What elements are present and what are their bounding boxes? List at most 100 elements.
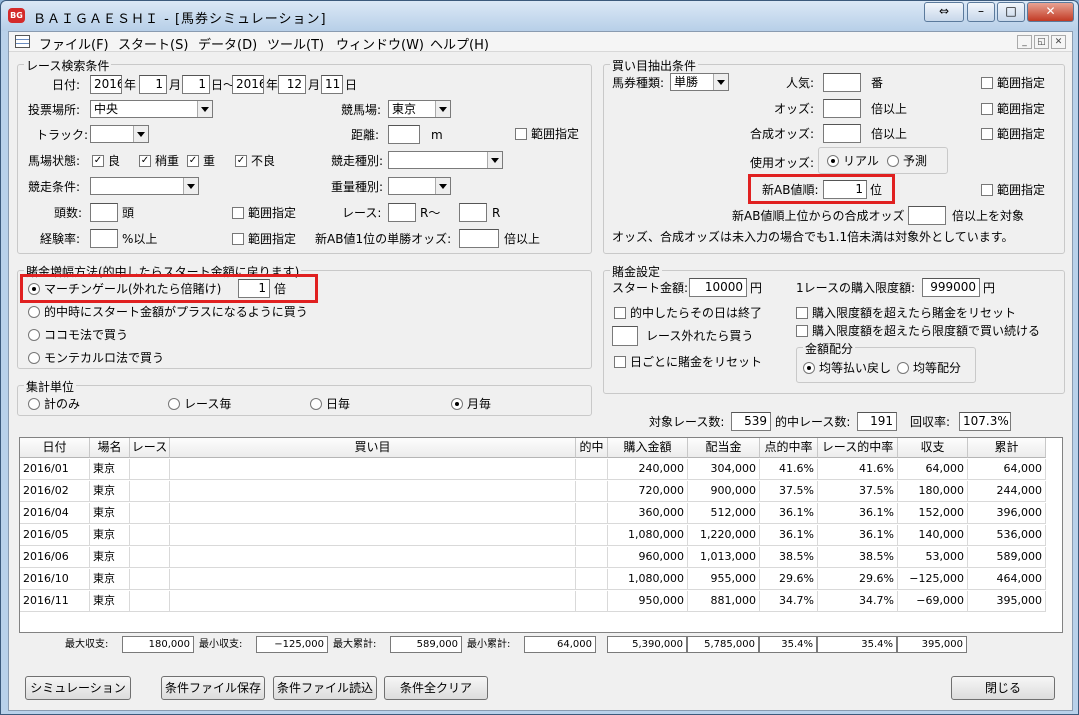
close-window-button[interactable]: ✕ (1027, 2, 1074, 22)
menu-data[interactable]: データ(D) (198, 34, 257, 53)
cell-payout[interactable]: 1,013,000 (688, 547, 760, 568)
cell-cumulative[interactable]: 536,000 (968, 525, 1046, 546)
cell-bet[interactable] (170, 591, 576, 612)
unit-month-radio[interactable] (451, 398, 463, 410)
continue-limit-checkbox[interactable] (796, 325, 808, 337)
cell-race[interactable] (130, 547, 170, 568)
cell-cumulative[interactable]: 244,000 (968, 481, 1046, 502)
col-payout[interactable]: 配当金 (688, 438, 760, 458)
unit-race-radio[interactable] (168, 398, 180, 410)
race-to-input[interactable] (459, 203, 487, 222)
cell-cumulative[interactable]: 395,000 (968, 591, 1046, 612)
cell-race-hit[interactable]: 36.1% (818, 503, 898, 524)
unit-day-radio[interactable] (310, 398, 322, 410)
cell-venue[interactable]: 東京 (90, 481, 130, 502)
restore-window-button[interactable]: ⇔ (924, 2, 964, 22)
menu-window[interactable]: ウィンドウ(W) (336, 34, 424, 53)
day-to-input[interactable]: 11 (321, 75, 343, 94)
col-cumulative[interactable]: 累計 (968, 438, 1046, 458)
year-to-input[interactable]: 2016 (232, 75, 264, 94)
race-miss-input[interactable] (612, 326, 638, 346)
cell-bet[interactable] (170, 459, 576, 480)
exp-range-checkbox[interactable] (232, 233, 244, 245)
title-bar[interactable]: BG ＢＡＩＧＡＥＳＨＩ - [馬券シミュレーション] ⇔ – □ ✕ (1, 1, 1078, 31)
cell-purchase[interactable]: 240,000 (608, 459, 688, 480)
menu-file[interactable]: ファイル(F) (39, 34, 109, 53)
popularity-range-checkbox[interactable] (981, 77, 993, 89)
cell-balance[interactable]: 152,000 (898, 503, 968, 524)
composite-range-checkbox[interactable] (981, 128, 993, 140)
cell-date[interactable]: 2016/05 (20, 525, 90, 546)
cell-bet[interactable] (170, 503, 576, 524)
cell-point-hit[interactable]: 38.5% (760, 547, 818, 568)
cell-date[interactable]: 2016/11 (20, 591, 90, 612)
cell-race-hit[interactable]: 34.7% (818, 591, 898, 612)
cell-purchase[interactable]: 960,000 (608, 547, 688, 568)
cell-race-hit[interactable]: 29.6% (818, 569, 898, 590)
close-button[interactable]: 閉じる (951, 676, 1055, 700)
cell-venue[interactable]: 東京 (90, 459, 130, 480)
race-condition-select[interactable] (90, 177, 199, 195)
cell-race[interactable] (130, 569, 170, 590)
cell-cumulative[interactable]: 64,000 (968, 459, 1046, 480)
odds-input[interactable] (823, 99, 861, 118)
cell-hit[interactable] (576, 459, 608, 480)
race-type-select[interactable] (388, 151, 503, 169)
simulate-button[interactable]: シミュレーション (25, 676, 131, 700)
mdi-restore-button[interactable]: ◱ (1034, 35, 1049, 49)
cocomo-radio[interactable] (28, 329, 40, 341)
cell-race-hit[interactable]: 37.5% (818, 481, 898, 502)
venue-select[interactable]: 中央 (90, 100, 213, 118)
cell-payout[interactable]: 1,220,000 (688, 525, 760, 546)
cell-venue[interactable]: 東京 (90, 547, 130, 568)
cell-race[interactable] (130, 481, 170, 502)
cell-balance[interactable]: 53,000 (898, 547, 968, 568)
col-point-hit[interactable]: 点的中率 (760, 438, 818, 458)
limit-input[interactable]: 999000 (922, 278, 980, 297)
cond-heavy-checkbox[interactable]: ✓ (187, 155, 199, 167)
month-to-input[interactable]: 12 (278, 75, 306, 94)
maximize-button[interactable]: □ (997, 2, 1025, 22)
menu-start[interactable]: スタート(S) (118, 34, 188, 53)
cell-point-hit[interactable]: 37.5% (760, 481, 818, 502)
unit-total-radio[interactable] (28, 398, 40, 410)
col-race-hit[interactable]: レース的中率 (818, 438, 898, 458)
heads-input[interactable] (90, 203, 118, 222)
cell-payout[interactable]: 512,000 (688, 503, 760, 524)
col-purchase[interactable]: 購入金額 (608, 438, 688, 458)
cell-hit[interactable] (576, 481, 608, 502)
cell-race-hit[interactable]: 41.6% (818, 459, 898, 480)
cell-balance[interactable]: −125,000 (898, 569, 968, 590)
cell-purchase[interactable]: 1,080,000 (608, 525, 688, 546)
race-from-input[interactable] (388, 203, 416, 222)
cell-payout[interactable]: 900,000 (688, 481, 760, 502)
menu-tool[interactable]: ツール(T) (267, 34, 324, 53)
end-day-on-hit-checkbox[interactable] (614, 307, 626, 319)
clear-conditions-button[interactable]: 条件全クリア (384, 676, 488, 700)
equal-split-radio[interactable] (897, 362, 909, 374)
mdi-close-button[interactable]: ✕ (1051, 35, 1066, 49)
cell-hit[interactable] (576, 525, 608, 546)
cond-slightly-heavy-checkbox[interactable]: ✓ (139, 155, 151, 167)
track-select[interactable] (90, 125, 149, 143)
ab-top-composite-input[interactable] (908, 206, 946, 225)
day-from-input[interactable]: 1 (182, 75, 210, 94)
cell-payout[interactable]: 304,000 (688, 459, 760, 480)
cell-balance[interactable]: 140,000 (898, 525, 968, 546)
cell-balance[interactable]: 180,000 (898, 481, 968, 502)
use-prediction-radio[interactable] (887, 155, 899, 167)
cell-bet[interactable] (170, 569, 576, 590)
cell-balance[interactable]: −69,000 (898, 591, 968, 612)
plus-on-hit-radio[interactable] (28, 306, 40, 318)
cell-hit[interactable] (576, 591, 608, 612)
cell-race-hit[interactable]: 38.5% (818, 547, 898, 568)
cell-point-hit[interactable]: 29.6% (760, 569, 818, 590)
odds-range-checkbox[interactable] (981, 103, 993, 115)
cell-point-hit[interactable]: 34.7% (760, 591, 818, 612)
cell-venue[interactable]: 東京 (90, 591, 130, 612)
heads-range-checkbox[interactable] (232, 207, 244, 219)
cond-bad-checkbox[interactable]: ✓ (235, 155, 247, 167)
cell-cumulative[interactable]: 396,000 (968, 503, 1046, 524)
experience-rate-input[interactable] (90, 229, 118, 248)
menu-help[interactable]: ヘルプ(H) (430, 34, 489, 53)
